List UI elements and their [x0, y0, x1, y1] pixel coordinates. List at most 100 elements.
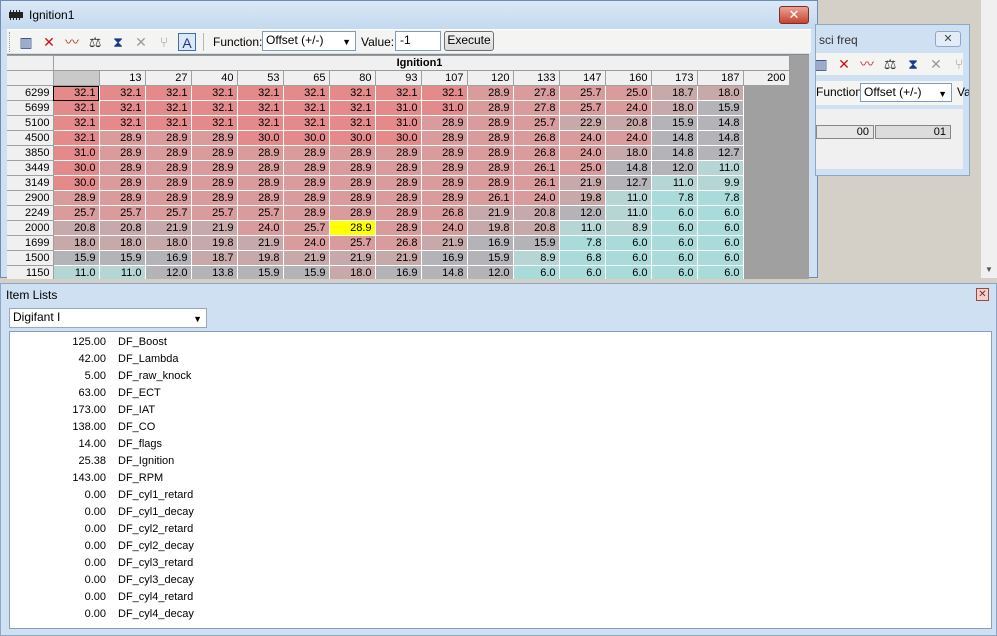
map-cell[interactable]: 7.8 — [559, 235, 606, 251]
toolbar-grip[interactable] — [9, 32, 12, 52]
map-cell[interactable]: 28.9 — [99, 145, 146, 161]
column-header[interactable]: 65 — [283, 70, 330, 86]
map-cell[interactable]: 32.1 — [329, 115, 376, 131]
map-cell[interactable]: 28.9 — [467, 100, 514, 116]
map-cell[interactable]: 14.8 — [605, 160, 652, 176]
sci-triangle-icon[interactable]: ⧗ — [904, 55, 922, 73]
map-cell[interactable]: 19.8 — [559, 190, 606, 206]
sci-cell-01[interactable]: 01 — [875, 125, 951, 139]
map-cell[interactable]: 21.9 — [467, 205, 514, 221]
sci-cell-00[interactable]: 00 — [816, 125, 874, 139]
column-header[interactable]: 53 — [237, 70, 284, 86]
sci-red-x-icon[interactable]: ✕ — [835, 55, 853, 73]
map-cell[interactable]: 14.8 — [697, 130, 744, 146]
map-cell[interactable]: 28.9 — [191, 160, 238, 176]
map-cell[interactable]: 32.1 — [145, 85, 192, 101]
row-header[interactable]: 6299 — [7, 85, 54, 101]
sci-function-select[interactable]: Offset (+/-) ▼ — [860, 83, 952, 102]
chip-icon[interactable]: ▥ — [17, 33, 35, 51]
map-cell[interactable]: 19.8 — [237, 250, 284, 266]
map-cell[interactable]: 19.8 — [467, 220, 514, 236]
map-cell[interactable]: 28.9 — [237, 160, 284, 176]
map-cell[interactable]: 15.9 — [99, 250, 146, 266]
row-header[interactable]: 2900 — [7, 190, 54, 206]
item-lists-close-button[interactable]: ✕ — [976, 288, 989, 301]
map-cell[interactable]: 11.0 — [99, 265, 146, 279]
map-cell[interactable]: 30.0 — [283, 130, 330, 146]
map-cell[interactable]: 28.9 — [421, 130, 468, 146]
map-cell[interactable]: 28.9 — [191, 130, 238, 146]
map-cell[interactable]: 28.9 — [283, 205, 330, 221]
map-cell[interactable]: 9.9 — [697, 175, 744, 191]
map-cell[interactable]: 28.9 — [467, 130, 514, 146]
map-cell[interactable]: 28.9 — [237, 190, 284, 206]
row-header[interactable]: 1150 — [7, 265, 54, 279]
map-cell[interactable]: 32.1 — [145, 115, 192, 131]
column-header[interactable]: 173 — [651, 70, 698, 86]
sci-chip-icon[interactable]: ▥ — [816, 55, 830, 73]
map-cell[interactable]: 32.1 — [237, 115, 284, 131]
map-cell[interactable]: 15.9 — [651, 115, 698, 131]
map-cell[interactable]: 31.0 — [53, 145, 100, 161]
map-cell[interactable]: 32.1 — [191, 100, 238, 116]
map-cell[interactable]: 21.9 — [375, 250, 422, 266]
column-header[interactable]: 40 — [191, 70, 238, 86]
column-header[interactable]: 13 — [99, 70, 146, 86]
column-header[interactable]: 160 — [605, 70, 652, 86]
map-cell[interactable]: 25.7 — [329, 235, 376, 251]
map-cell[interactable]: 27.8 — [513, 85, 560, 101]
map-cell[interactable]: 6.0 — [697, 220, 744, 236]
map-cell[interactable]: 11.0 — [697, 160, 744, 176]
map-cell[interactable]: 28.9 — [467, 85, 514, 101]
map-cell[interactable]: 18.7 — [191, 250, 238, 266]
map-cell[interactable]: 18.0 — [651, 100, 698, 116]
map-cell[interactable]: 28.9 — [375, 145, 422, 161]
map-cell[interactable]: 28.9 — [329, 220, 376, 236]
map-cell[interactable]: 28.9 — [191, 175, 238, 191]
row-header[interactable]: 5100 — [7, 115, 54, 131]
map-cell[interactable]: 28.9 — [191, 145, 238, 161]
column-header[interactable]: 120 — [467, 70, 514, 86]
map-cell[interactable]: 15.9 — [513, 235, 560, 251]
map-cell[interactable]: 28.9 — [375, 175, 422, 191]
map-cell[interactable]: 18.0 — [329, 265, 376, 279]
execute-button[interactable]: Execute — [444, 31, 494, 51]
map-cell[interactable]: 15.9 — [467, 250, 514, 266]
map-cell[interactable]: 28.9 — [145, 160, 192, 176]
map-cell[interactable]: 25.7 — [283, 220, 330, 236]
map-cell[interactable]: 6.0 — [605, 265, 652, 279]
row-header[interactable]: 1699 — [7, 235, 54, 251]
map-cell[interactable]: 28.9 — [329, 175, 376, 191]
map-cell[interactable]: 31.0 — [375, 115, 422, 131]
map-cell[interactable]: 32.1 — [191, 115, 238, 131]
column-header[interactable]: 93 — [375, 70, 422, 86]
map-cell[interactable]: 28.9 — [329, 160, 376, 176]
map-cell[interactable]: 26.8 — [513, 130, 560, 146]
map-cell[interactable]: 28.9 — [467, 175, 514, 191]
map-cell[interactable]: 28.9 — [421, 160, 468, 176]
map-cell[interactable]: 31.0 — [421, 100, 468, 116]
graph-icon[interactable]: 〰 — [63, 33, 81, 51]
map-cell[interactable]: 28.9 — [329, 145, 376, 161]
map-cell[interactable]: 6.8 — [559, 250, 606, 266]
map-cell[interactable]: 32.1 — [53, 130, 100, 146]
column-header[interactable]: 27 — [145, 70, 192, 86]
map-cell[interactable]: 8.9 — [513, 250, 560, 266]
triangle-icon[interactable]: ⧗ — [109, 33, 127, 51]
map-cell[interactable]: 24.0 — [237, 220, 284, 236]
map-cell[interactable]: 7.8 — [651, 190, 698, 206]
map-cell[interactable]: 28.9 — [421, 145, 468, 161]
map-cell[interactable]: 14.8 — [651, 145, 698, 161]
map-cell[interactable]: 24.0 — [605, 100, 652, 116]
map-cell[interactable]: 30.0 — [375, 130, 422, 146]
map-cell[interactable]: 21.9 — [283, 250, 330, 266]
page-scrollbar[interactable]: ▼ — [981, 0, 997, 278]
map-cell[interactable]: 16.9 — [375, 265, 422, 279]
map-cell[interactable]: 30.0 — [53, 175, 100, 191]
map-cell[interactable]: 18.0 — [53, 235, 100, 251]
map-cell[interactable]: 24.0 — [559, 130, 606, 146]
row-header[interactable]: 4500 — [7, 130, 54, 146]
map-cell[interactable]: 21.9 — [191, 220, 238, 236]
map-cell[interactable]: 11.0 — [605, 190, 652, 206]
map-cell[interactable]: 15.9 — [53, 250, 100, 266]
